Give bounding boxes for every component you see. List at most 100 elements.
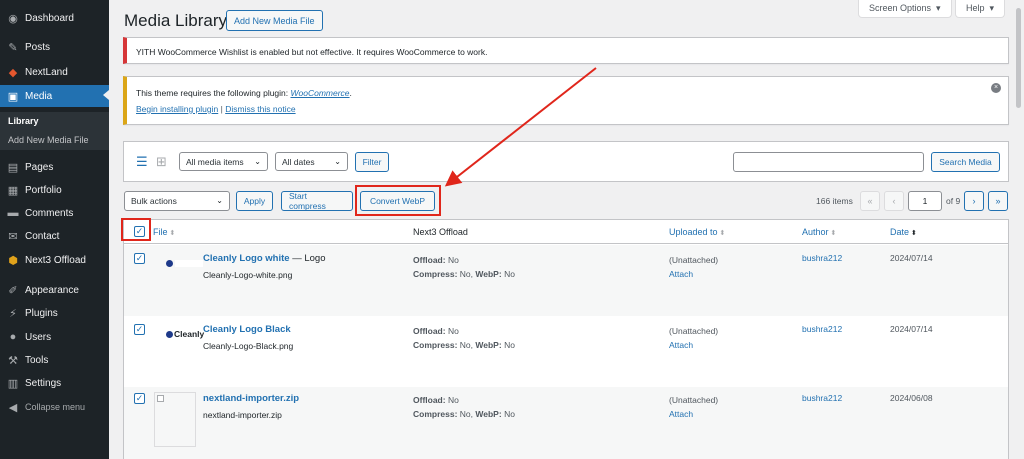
thumbnail[interactable]: Cleanly (166, 319, 207, 349)
screen-options-label: Screen Options (869, 3, 932, 13)
column-date[interactable]: Date ⬍ (890, 227, 917, 237)
sidebar-item-tools[interactable]: ⚒ Tools (0, 350, 109, 370)
sidebar-item-comments[interactable]: ▬ Comments (0, 203, 109, 223)
row-checkbox[interactable]: ✓ (134, 253, 145, 264)
apply-button[interactable]: Apply (236, 191, 273, 211)
webp-value: No (504, 269, 515, 279)
table-row: ✓ Cleanly Cleanly Logo Black Cleanly-Log… (124, 316, 1008, 387)
sidebar-item-portfolio[interactable]: ▦ Portfolio (0, 180, 109, 200)
sidebar-item-label: Dashboard (25, 12, 74, 24)
column-uploaded-to[interactable]: Uploaded to ⬍ (669, 227, 725, 237)
scrollbar-thumb[interactable] (1016, 8, 1021, 108)
attach-link[interactable]: Attach (669, 340, 693, 350)
author-link[interactable]: bushra212 (802, 253, 842, 263)
column-file[interactable]: File ⬍ (153, 227, 175, 237)
submenu-add-new-media[interactable]: Add New Media File (8, 135, 89, 145)
filter-button[interactable]: Filter (355, 152, 389, 172)
chevron-down-icon: ⌄ (254, 157, 261, 166)
next-page-button[interactable]: › (964, 191, 984, 211)
list-view-icon[interactable]: ☰ (136, 155, 148, 168)
grid-view-icon[interactable]: ⊞ (156, 155, 167, 168)
column-uploaded-label: Uploaded to (669, 227, 718, 237)
attach-link[interactable]: Attach (669, 409, 693, 419)
sidebar-item-appearance[interactable]: ✐ Appearance (0, 280, 109, 300)
sidebar-item-pages[interactable]: ▤ Pages (0, 157, 109, 177)
unattached-text: (Unattached) (669, 255, 719, 265)
sidebar-item-media[interactable]: ▣ Media (0, 85, 109, 107)
file-title-link[interactable]: nextland-importer.zip (203, 393, 299, 404)
sidebar-item-label: Pages (25, 161, 54, 173)
unattached-text: (Unattached) (669, 326, 719, 336)
sidebar-item-nextland[interactable]: ◆ NextLand (0, 62, 109, 82)
select-all-checkbox[interactable]: ✓ (134, 226, 145, 237)
next3-icon: ⬢ (8, 254, 18, 267)
file-name: Cleanly-Logo-white.png (203, 270, 293, 280)
sort-icon: ⬍ (169, 230, 176, 237)
column-author[interactable]: Author ⬍ (802, 227, 836, 237)
uploaded-cell: (Unattached) Attach (669, 253, 718, 281)
users-icon: ● (9, 331, 17, 343)
add-new-media-button[interactable]: Add New Media File (226, 10, 323, 31)
author-link[interactable]: bushra212 (802, 393, 842, 403)
file-name: nextland-importer.zip (203, 410, 282, 420)
sidebar-collapse-menu[interactable]: ◀ Collapse menu (0, 397, 109, 417)
broken-image-icon (157, 395, 164, 402)
sort-icon: ⬍ (719, 230, 726, 237)
dismiss-x-icon[interactable]: × (991, 83, 1001, 93)
convert-webp-button[interactable]: Convert WebP (360, 191, 435, 211)
woocommerce-plugin-link[interactable]: WooCommerce (291, 88, 350, 98)
help-button[interactable]: Help ▾ (955, 0, 1006, 18)
sidebar-item-posts[interactable]: ✎ Posts (0, 37, 109, 57)
offload-value: No (447, 255, 459, 265)
column-next3-offload: Next3 Offload (413, 227, 468, 237)
compress-value: No, (459, 269, 474, 279)
row-checkbox[interactable]: ✓ (134, 324, 145, 335)
sidebar-item-plugins[interactable]: ⚡ Plugins (0, 303, 109, 323)
sidebar-item-users[interactable]: ● Users (0, 327, 109, 347)
attach-link[interactable]: Attach (669, 269, 693, 279)
file-title-link[interactable]: Cleanly Logo Black (203, 324, 291, 335)
offload-label: Offload: (413, 395, 446, 405)
column-file-label: File (153, 227, 168, 237)
screen-options-button[interactable]: Screen Options ▾ (858, 0, 952, 18)
sort-desc-icon: ⬍ (911, 230, 917, 237)
bulk-actions-select[interactable]: Bulk actions ⌄ (124, 191, 230, 211)
table-row: ✓ nextland-importer.zip nextland-importe… (124, 387, 1008, 459)
offload-label: Offload: (413, 326, 446, 336)
cleanly-logo-mark-icon (166, 330, 173, 338)
nextland-icon: ◆ (8, 66, 18, 79)
sidebar-item-dashboard[interactable]: ◉ Dashboard (0, 8, 109, 28)
current-page-input[interactable]: 1 (908, 191, 942, 211)
main-content: Media Library Add New Media File Screen … (109, 0, 1024, 459)
unattached-text: (Unattached) (669, 395, 719, 405)
date-select[interactable]: All dates ⌄ (275, 152, 348, 171)
thumbnail[interactable] (166, 248, 207, 278)
sidebar-item-label: Next3 Offload (25, 254, 86, 266)
start-compress-button[interactable]: Start compress (281, 191, 353, 211)
media-filter-toolbar: ☰ ⊞ All media items ⌄ All dates ⌄ Filter S… (123, 141, 1009, 182)
search-media-button[interactable]: Search Media (931, 152, 1000, 172)
sidebar-item-next3-offload[interactable]: ⬢ Next3 Offload (0, 250, 109, 270)
row-checkbox[interactable]: ✓ (134, 393, 145, 404)
sidebar-item-label: Collapse menu (25, 402, 86, 412)
page-scrollbar[interactable] (1013, 0, 1024, 459)
media-submenu: Library Add New Media File (0, 112, 109, 150)
search-media-input[interactable] (733, 152, 924, 172)
thumbnail[interactable] (154, 392, 196, 447)
last-page-button[interactable]: » (988, 191, 1008, 211)
compress-value: No, (459, 340, 474, 350)
dismiss-notice-link[interactable]: Dismiss this notice (225, 104, 295, 114)
caret-down-icon: ▾ (936, 2, 941, 13)
begin-installing-link[interactable]: Begin installing plugin (136, 104, 218, 114)
sidebar-item-settings[interactable]: ▥ Settings (0, 373, 109, 393)
admin-sidebar: ◉ Dashboard ✎ Posts ◆ NextLand ▣ Media Libra… (0, 0, 109, 459)
bulk-action-value: Bulk actions (131, 196, 177, 206)
author-link[interactable]: bushra212 (802, 324, 842, 334)
submenu-library[interactable]: Library (8, 116, 39, 126)
warning-notice-text: This theme requires the following plugin… (136, 88, 999, 98)
plugin-icon: ⚡ (9, 307, 17, 320)
media-type-select[interactable]: All media items ⌄ (179, 152, 268, 171)
file-cell: Cleanly Logo Black Cleanly-Logo-Black.pn… (203, 324, 293, 351)
file-title-link[interactable]: Cleanly Logo white (203, 253, 290, 264)
sidebar-item-contact[interactable]: ✉ Contact (0, 226, 109, 246)
